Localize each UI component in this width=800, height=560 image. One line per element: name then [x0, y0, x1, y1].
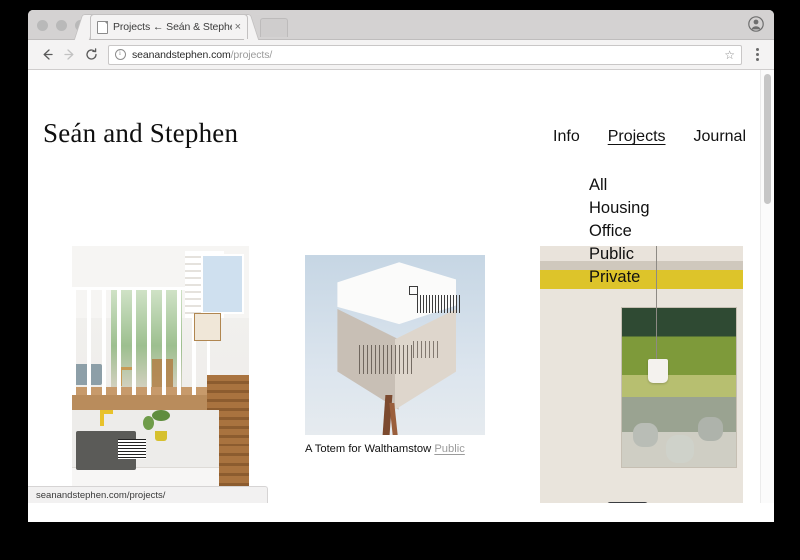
project-card-house-with-split-levels[interactable]: A House with Split Levels Private Reside… [72, 246, 249, 503]
browser-tab[interactable]: Projects ← Seán & Stephen × [90, 14, 248, 39]
filter-item-private[interactable]: Private [589, 266, 650, 289]
url-text: seanandstephen.com/projects/ [132, 49, 272, 61]
project-card-totem-for-walthamstow[interactable]: A Totem for Walthamstow Public [305, 255, 485, 457]
forward-arrow-icon [63, 49, 73, 60]
page-info-icon[interactable] [115, 49, 126, 60]
browser-menu-icon[interactable] [748, 48, 766, 61]
back-button[interactable] [36, 44, 58, 66]
project-thumbnail[interactable] [72, 246, 249, 503]
filter-item-office[interactable]: Office [589, 220, 650, 243]
filter-item-all[interactable]: All [589, 174, 650, 197]
projects-filter-menu: All Housing Office Public Private [589, 174, 650, 289]
close-icon[interactable]: × [235, 21, 241, 33]
browser-toolbar: seanandstephen.com/projects/ ☆ [28, 40, 774, 70]
photo-kitchen-interior [72, 246, 249, 503]
page-scrollbar[interactable] [760, 70, 774, 503]
project-thumbnail[interactable] [305, 255, 485, 435]
bookmark-star-icon[interactable]: ☆ [718, 48, 735, 62]
project-tag-public[interactable]: Public [434, 443, 464, 455]
tab-strip: Projects ← Seán & Stephen × [28, 10, 774, 40]
minimize-window-button[interactable] [56, 20, 67, 31]
status-bar: seanandstephen.com/projects/ [28, 486, 268, 503]
page-icon [97, 20, 108, 34]
back-arrow-icon [43, 49, 53, 60]
forward-button[interactable] [58, 44, 80, 66]
page-viewport: Seán and Stephen Info Projects Journal A… [28, 70, 774, 503]
url-path: /projects/ [230, 48, 273, 61]
url-host: seanandstephen.com [132, 48, 231, 61]
filter-item-public[interactable]: Public [589, 243, 650, 266]
screen: Projects ← Seán & Stephen × i seanandste… [0, 0, 800, 560]
tab-title: Projects ← Seán & Stephen [113, 21, 232, 33]
scrollbar-thumb[interactable] [764, 74, 771, 204]
address-bar[interactable]: seanandstephen.com/projects/ ☆ [108, 44, 742, 65]
photo-white-cube-sculpture [305, 255, 485, 435]
reload-button[interactable] [80, 44, 102, 66]
browser-window: Projects ← Seán & Stephen × i seanandste… [28, 10, 774, 522]
project-title[interactable]: A Totem for Walthamstow [305, 443, 431, 455]
projects-grid: A House with Split Levels Private Reside… [28, 70, 774, 503]
close-window-button[interactable] [37, 20, 48, 31]
filter-item-housing[interactable]: Housing [589, 197, 650, 220]
project-caption: A Totem for Walthamstow Public [305, 442, 485, 457]
profile-avatar-icon[interactable] [748, 16, 764, 32]
new-tab-button[interactable] [260, 18, 288, 37]
reload-icon [85, 48, 97, 60]
